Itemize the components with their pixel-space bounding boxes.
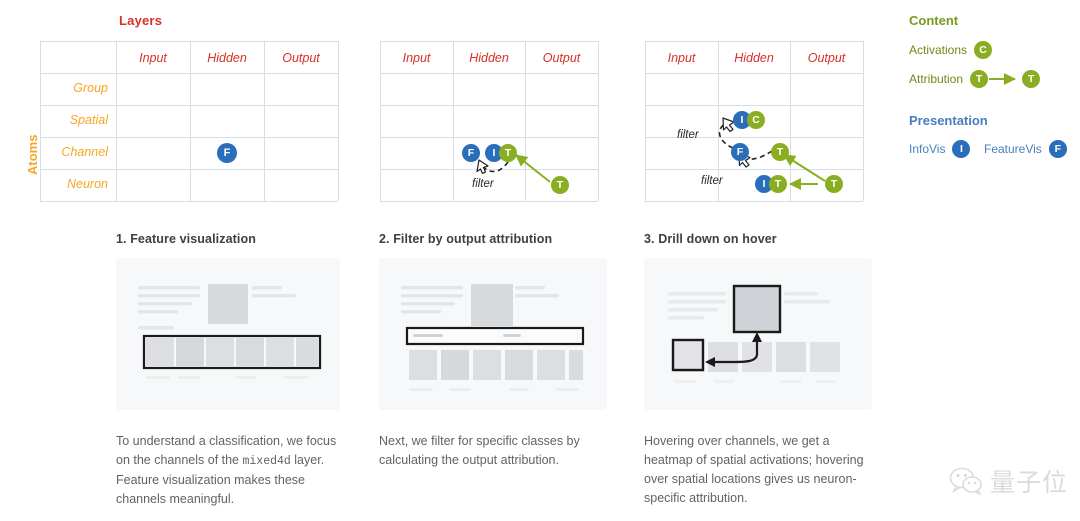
filter-attribution-mock[interactable] xyxy=(379,258,607,410)
panel-title: 3. Drill down on hover xyxy=(644,232,777,246)
node-attribution-neuron-hidden[interactable]: T xyxy=(769,175,787,193)
grid-line-v xyxy=(190,41,191,201)
node-attribution-neuron-output[interactable]: T xyxy=(825,175,843,193)
filter-label-lower: filter xyxy=(701,175,723,187)
grid-line-v xyxy=(525,41,526,201)
legend-row-activations: Activations C xyxy=(909,41,993,59)
row-header-spatial: Spatial xyxy=(69,113,108,127)
grid-line-h xyxy=(380,169,598,170)
legend-label-infovis: InfoVis xyxy=(909,142,946,156)
legend-row-infovis: InfoVis I xyxy=(909,140,971,158)
grid-line-h xyxy=(380,73,598,74)
wechat-icon xyxy=(949,467,982,496)
node-attribution-channel-output[interactable]: T xyxy=(771,143,789,161)
panel-body-text: To understand a classification, we focus… xyxy=(116,432,340,509)
row-header-channel: Channel xyxy=(61,145,108,159)
legend-heading-content: Content xyxy=(909,13,959,28)
legend-row-featurevis: FeatureVis F xyxy=(984,140,1067,158)
node-featurevis-channel-hidden[interactable]: F xyxy=(462,144,480,162)
column-header-output: Output xyxy=(282,51,320,65)
grid-line-v xyxy=(645,41,646,201)
grid-line-h xyxy=(40,137,338,138)
featurevis-badge-icon: F xyxy=(1048,140,1067,158)
infovis-badge-icon: I xyxy=(952,140,971,158)
column-header-hidden: Hidden xyxy=(207,51,247,65)
column-header-output: Output xyxy=(807,51,846,65)
panel-body-text: Hovering over channels, we get a heatmap… xyxy=(644,432,872,509)
node-attribution-channel-hidden[interactable]: T xyxy=(499,144,517,162)
atoms-axis-title: Atoms xyxy=(25,134,40,175)
legend-row-attribution: Attribution T T xyxy=(909,70,1041,88)
attribution-arrow-icon xyxy=(989,73,1017,85)
panel-feature-visualization: 1. Feature visualization To understand a… xyxy=(116,232,340,509)
grid-line-h xyxy=(40,41,338,42)
grid-line-h xyxy=(380,41,598,42)
watermark-text: 量子位 xyxy=(989,468,1068,497)
legend-label-attribution: Attribution xyxy=(909,72,964,86)
column-header-input: Input xyxy=(402,51,431,65)
grid-line-h xyxy=(645,41,863,42)
grid-line-h xyxy=(40,201,338,202)
legend-label-featurevis: FeatureVis xyxy=(984,142,1042,156)
mock-illustration xyxy=(138,284,322,379)
column-header-hidden: Hidden xyxy=(734,51,774,65)
grid-line-h xyxy=(380,201,598,202)
panel-body-pre: Next, we filter for specific classes by … xyxy=(379,434,580,467)
grid-line-v xyxy=(116,41,117,201)
grid-line-v xyxy=(338,41,339,201)
legend-label-activations: Activations xyxy=(909,43,968,57)
panel-drill-down-on-hover: 3. Drill down on hover Hovering over cha… xyxy=(644,232,872,509)
grid-line-v xyxy=(863,41,864,201)
attribution-badge-to-icon: T xyxy=(1022,70,1041,88)
watermark: 量子位 xyxy=(949,463,1068,499)
grid-line-v xyxy=(453,41,454,201)
panel-title: 2. Filter by output attribution xyxy=(379,232,553,246)
figure-root: Layers Atoms Input Hidden Output Group S… xyxy=(0,0,1080,521)
grid-line-h xyxy=(380,137,598,138)
activations-badge-icon: C xyxy=(974,41,993,59)
grid-line-h xyxy=(40,73,338,74)
matrix-diagram-3: Input Hidden Output I C F T I T T filter… xyxy=(635,0,880,210)
grid-line-v xyxy=(380,41,381,201)
grid-line-v xyxy=(264,41,265,201)
filter-label-upper: filter xyxy=(677,129,699,141)
grid-line-h xyxy=(380,105,598,106)
matrix-diagram-2: Input Hidden Output F I T T filter xyxy=(370,0,615,210)
panel-body-text: Next, we filter for specific classes by … xyxy=(379,432,607,471)
drill-down-mock[interactable] xyxy=(644,258,872,410)
attribution-badge-from-icon: T xyxy=(970,70,989,88)
grid-line-v xyxy=(598,41,599,201)
node-featurevis-channel-hidden[interactable]: F xyxy=(731,143,749,161)
column-header-input: Input xyxy=(667,51,696,65)
filter-label: filter xyxy=(472,178,494,190)
column-header-hidden: Hidden xyxy=(469,51,509,65)
grid-line-h xyxy=(645,201,863,202)
legend-heading-presentation: Presentation xyxy=(909,113,988,128)
mock-illustration xyxy=(401,284,585,391)
grid-line-v xyxy=(790,41,791,201)
node-activations-spatial-hidden[interactable]: C xyxy=(747,111,765,129)
grid-line-h xyxy=(645,73,863,74)
layers-axis-title: Layers xyxy=(119,13,163,28)
grid-line-h xyxy=(645,169,863,170)
matrix-diagram-1: Layers Atoms Input Hidden Output Group S… xyxy=(0,0,360,210)
row-header-neuron: Neuron xyxy=(67,177,108,191)
column-header-input: Input xyxy=(139,51,167,65)
panel-title: 1. Feature visualization xyxy=(116,232,256,246)
grid-line-h xyxy=(40,169,338,170)
node-featurevis-channel-hidden[interactable]: F xyxy=(217,143,237,163)
feature-visualization-mock[interactable] xyxy=(116,258,340,410)
grid-line-h xyxy=(645,105,863,106)
column-header-output: Output xyxy=(542,51,581,65)
grid-line-h xyxy=(40,105,338,106)
panel-body-code: mixed4d xyxy=(242,455,291,468)
mock-illustration xyxy=(668,284,840,383)
panel-filter-by-output-attribution: 2. Filter by output attribution Next, we… xyxy=(379,232,607,471)
node-attribution-neuron-output[interactable]: T xyxy=(551,176,569,194)
panel-body-pre: Hovering over channels, we get a heatmap… xyxy=(644,434,864,505)
row-header-group: Group xyxy=(73,81,108,95)
